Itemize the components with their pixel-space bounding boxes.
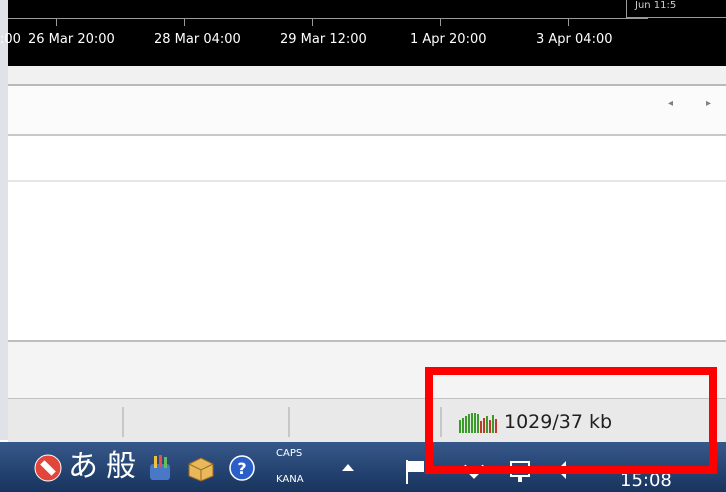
tab-strip: ◂ ▸ [8,84,726,136]
timeline-label: 1 Apr 20:00 [410,32,487,47]
timeline-tick [184,18,185,26]
panel-gap [8,66,726,84]
timeline-tick [312,18,313,26]
network-status[interactable]: 1029/37 kb [458,407,612,437]
network-traffic-text: 1029/37 kb [504,411,613,433]
pencil-cup-icon[interactable] [146,454,176,482]
display-icon[interactable] [508,458,532,484]
status-divider [122,407,124,437]
timeline-corner-label: Jun 11:5 [626,0,726,18]
status-divider [288,407,290,437]
left-edge [0,0,8,440]
timeline-tick [568,18,569,26]
timeline-label: 29 Mar 12:00 [280,32,367,47]
network-activity-icon [459,413,497,433]
no-entry-icon[interactable] [34,454,62,482]
taskbar: あ 般 ? [0,442,726,492]
svg-text:?: ? [237,459,246,478]
scroll-left-button[interactable]: ◂ [668,98,673,109]
timeline-label: :00 [0,32,21,47]
flag-icon[interactable] [404,458,428,484]
content-area [8,182,726,340]
ime-mode-icon[interactable]: 般 [106,450,136,484]
timeline-tick [56,18,57,26]
screen: Jun 11:5 :00 26 Mar 20:00 28 Mar 04:00 2… [0,0,726,492]
status-bar: 1029/37 kb [8,398,726,443]
clock[interactable]: 15:08 [620,470,672,491]
timeline-label: 28 Mar 04:00 [154,32,241,47]
timeline-axis [8,18,648,19]
timeline-tick [440,18,441,26]
show-hidden-icons-icon[interactable] [340,460,356,474]
kana-indicator: KANA [276,474,304,485]
status-divider [440,407,442,437]
caps-lock-indicator: CAPS [276,448,303,459]
scroll-right-button[interactable]: ▸ [706,98,711,109]
timeline-strip: Jun 11:5 :00 26 Mar 20:00 28 Mar 04:00 2… [0,0,726,66]
timeline-label: 3 Apr 04:00 [536,32,613,47]
ime-hiragana-icon[interactable]: あ [68,450,98,484]
box-icon[interactable] [186,454,216,482]
panel-footer [8,340,726,398]
network-icon[interactable] [462,458,486,482]
help-icon[interactable]: ? [228,454,256,482]
header-row [8,136,726,182]
timeline-label: 26 Mar 20:00 [28,32,115,47]
volume-icon[interactable] [552,458,578,482]
